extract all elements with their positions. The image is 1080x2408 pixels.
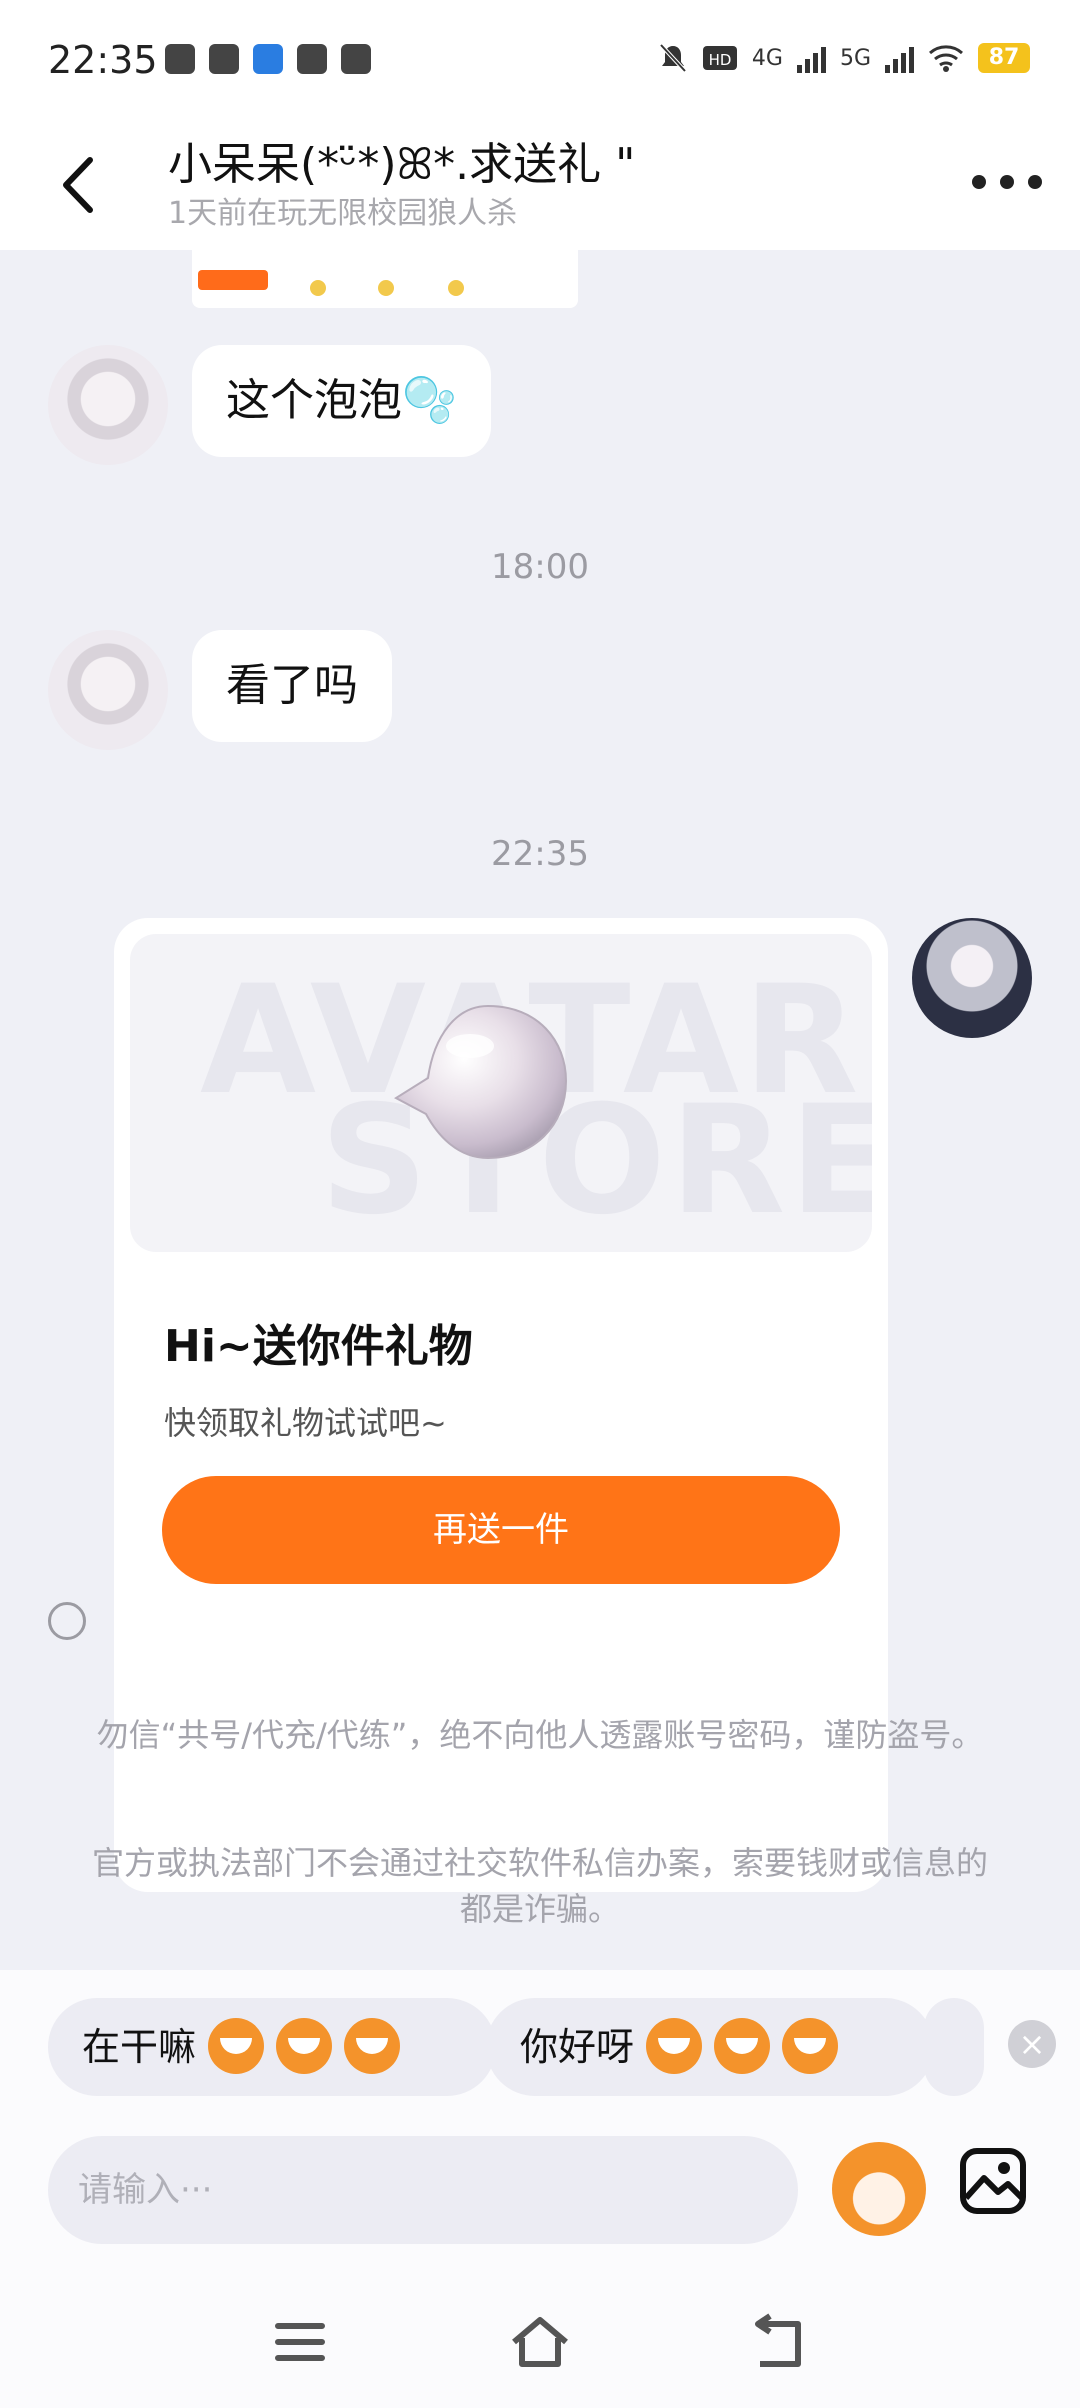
- image-button[interactable]: [958, 2146, 1028, 2216]
- system-nav-bar: [0, 2270, 1080, 2408]
- emoji-icon: [208, 2017, 265, 2074]
- contact-avatar[interactable]: [48, 345, 168, 465]
- message-time: 18:00: [491, 547, 589, 587]
- status-bar: 22:35 HD 4G 5G 87: [0, 0, 1080, 120]
- mute-icon: [659, 43, 687, 73]
- quick-reply-text: 在干嘛: [82, 2025, 197, 2069]
- message-time: 22:35: [491, 834, 589, 874]
- chat-title: 小呆呆(*ᵕ̈*)ꕤ*.求送礼 ": [168, 139, 636, 190]
- notification-icons: [165, 44, 371, 74]
- sticker-button[interactable]: [832, 2142, 926, 2236]
- cart-icon: [198, 270, 268, 290]
- chevron-left-icon: [63, 157, 93, 213]
- bubble-gift-icon: [394, 1004, 568, 1160]
- more-dot: [972, 175, 986, 189]
- back-icon: [755, 2313, 801, 2367]
- network-5g: 5G: [839, 45, 871, 71]
- message-select-radio[interactable]: [48, 1602, 86, 1640]
- security-warning: 勿信“共号/代充/代练”，绝不向他人透露账号密码，谨防盗号。: [96, 1716, 984, 1754]
- more-dot: [1000, 175, 1014, 189]
- quick-reply-text: 你好呀: [520, 2025, 635, 2069]
- nav-home-button[interactable]: [508, 2310, 572, 2374]
- nav-back-button[interactable]: [748, 2310, 812, 2374]
- wechat-icon: [209, 44, 239, 74]
- quick-reply-chip[interactable]: [924, 1998, 984, 2096]
- chat-header: 小呆呆(*ᵕ̈*)ꕤ*.求送礼 " 1天前在玩无限校园狼人杀: [0, 120, 1080, 250]
- emoji-icon: [344, 2017, 401, 2074]
- network-4g: 4G: [751, 45, 783, 71]
- coin-icon: [378, 280, 394, 296]
- contact-avatar[interactable]: [48, 630, 168, 750]
- svg-text:HD: HD: [708, 51, 731, 69]
- image-icon: [960, 2148, 1026, 2214]
- chat-area[interactable]: 这个泡泡🫧 18:00 看了吗 22:35 AVATAR STORE: [0, 250, 1080, 1970]
- my-avatar[interactable]: [912, 918, 1032, 1038]
- qq-icon: [165, 44, 195, 74]
- menu-icon: [275, 2323, 325, 2361]
- nav-menu-button[interactable]: [268, 2310, 332, 2374]
- gift-banner: AVATAR STORE: [130, 934, 872, 1252]
- shared-image[interactable]: [192, 250, 578, 308]
- quick-reply-chip[interactable]: 在干嘛: [48, 1998, 496, 2096]
- emoji-icon: [646, 2017, 703, 2074]
- more-button[interactable]: [972, 162, 1042, 202]
- coin-icon: [448, 280, 464, 296]
- home-icon: [512, 2317, 568, 2367]
- app-icon: [253, 44, 283, 74]
- emoji-icon: [714, 2017, 771, 2074]
- gift-title: Hi~送你件礼物: [164, 1321, 473, 1372]
- quick-reply-chip[interactable]: 你好呀: [486, 1998, 934, 2096]
- send-another-gift-button[interactable]: 再送一件: [162, 1476, 840, 1584]
- close-quick-replies-button[interactable]: ×: [1008, 2020, 1056, 2068]
- security-warning: 官方或执法部门不会通过社交软件私信办案，索要钱财或信息的都是诈骗。: [91, 1844, 988, 1928]
- emoji-icon: [276, 2017, 333, 2074]
- alipay-icon: [341, 44, 371, 74]
- message-bubble[interactable]: 看了吗: [192, 630, 392, 742]
- chat-subtitle: 1天前在玩无限校园狼人杀: [168, 196, 518, 231]
- coin-icon: [310, 280, 326, 296]
- system-icons: HD 4G 5G 87: [658, 42, 1030, 74]
- message-input[interactable]: [48, 2136, 798, 2244]
- wifi-icon: [929, 45, 963, 72]
- signal-icon: [796, 43, 826, 73]
- gift-subtitle: 快领取礼物试试吧~: [164, 1404, 447, 1442]
- message-bubble[interactable]: 这个泡泡🫧: [192, 345, 491, 457]
- weibo-icon: [297, 44, 327, 74]
- hd-icon: HD: [702, 46, 737, 70]
- more-dot: [1028, 175, 1042, 189]
- input-bar: [0, 2110, 1080, 2270]
- status-time: 22:35: [48, 38, 158, 82]
- battery-icon: 87: [978, 43, 1030, 73]
- emoji-icon: [782, 2017, 839, 2074]
- quick-reply-bar: 在干嘛 你好呀 ×: [0, 1970, 1080, 2110]
- signal-icon: [885, 43, 914, 73]
- back-button[interactable]: [50, 150, 110, 220]
